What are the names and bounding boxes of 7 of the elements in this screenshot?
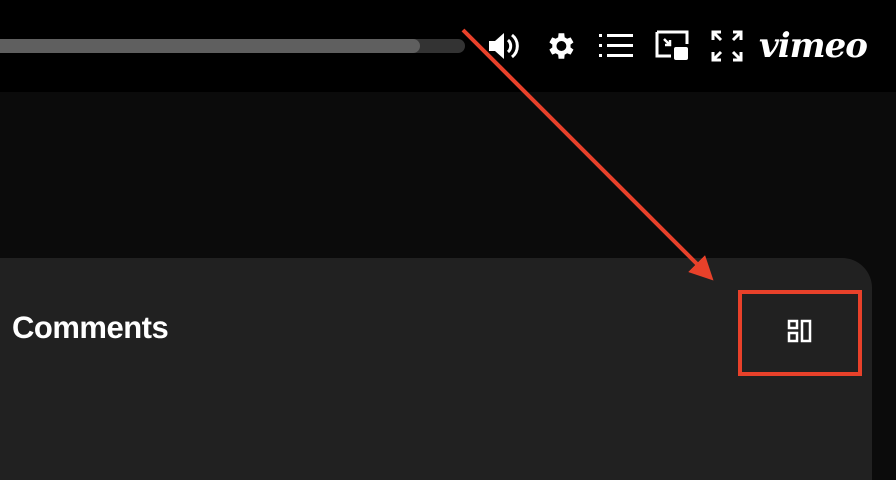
comments-title: Comments [12,310,168,346]
list-icon[interactable] [599,32,633,60]
fullscreen-icon[interactable] [711,30,743,62]
layout-icon [787,318,813,344]
picture-in-picture-icon[interactable] [655,30,689,62]
vimeo-logo[interactable]: vimeo [759,29,867,63]
volume-icon[interactable] [487,30,521,62]
